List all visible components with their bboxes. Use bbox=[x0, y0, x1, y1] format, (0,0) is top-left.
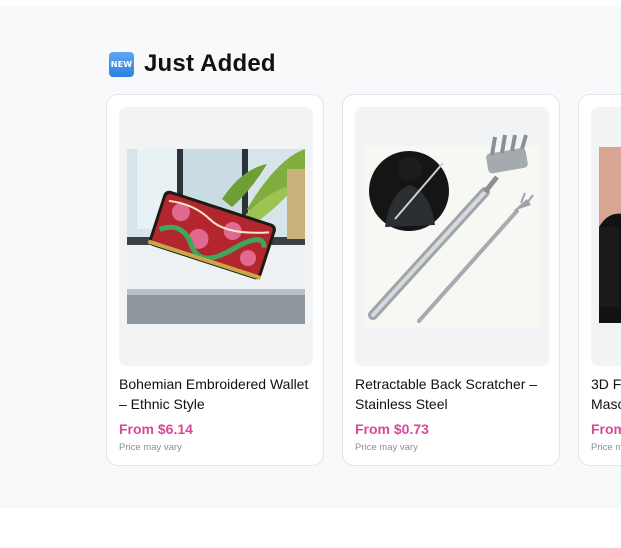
product-title[interactable]: Bohemian Embroidered Wallet – Ethnic Sty… bbox=[119, 374, 319, 414]
product-card[interactable]: Bohemian Embroidered Wallet – Ethnic Sty… bbox=[106, 94, 324, 466]
product-image[interactable] bbox=[355, 107, 549, 366]
product-title[interactable]: 3D Fi Masc bbox=[591, 374, 621, 414]
section-heading: NEW Just Added bbox=[109, 48, 276, 80]
price-note: Price m bbox=[591, 442, 621, 453]
mascara-photo bbox=[591, 107, 621, 366]
product-price: From $0.73 bbox=[355, 421, 429, 437]
product-title[interactable]: Retractable Back Scratcher – Stainless S… bbox=[355, 374, 555, 414]
back-scratcher-photo bbox=[355, 107, 549, 366]
product-price: From $6.14 bbox=[119, 421, 193, 437]
product-image[interactable] bbox=[119, 107, 313, 366]
price-note: Price may vary bbox=[355, 442, 418, 453]
product-card[interactable]: 3D Fi Masc From Price m bbox=[578, 94, 621, 466]
product-card[interactable]: Retractable Back Scratcher – Stainless S… bbox=[342, 94, 560, 466]
page: NEW Just Added Bohemian Embroidered Wall… bbox=[0, 0, 621, 548]
new-emoji-icon: NEW bbox=[109, 51, 134, 77]
product-image[interactable] bbox=[591, 107, 621, 366]
embroidered-wallet-photo bbox=[119, 107, 313, 366]
section-title: Just Added bbox=[144, 50, 276, 77]
price-note: Price may vary bbox=[119, 442, 182, 453]
product-price: From bbox=[591, 421, 621, 437]
